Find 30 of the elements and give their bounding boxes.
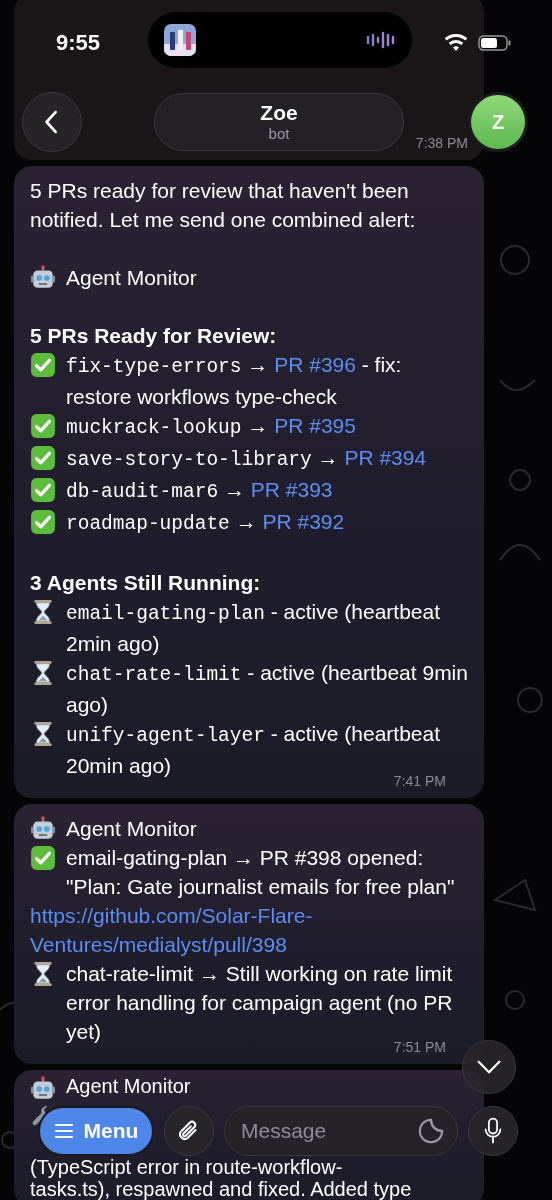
link[interactable]: PR #393 [250, 478, 333, 501]
message-text: Agent Monitor [66, 1074, 192, 1098]
status-time: 9:55 [56, 30, 102, 56]
message-time: 7:38 PM [415, 134, 468, 152]
message-text: (TypeScript error in route-workflow- [30, 1156, 343, 1178]
message-text: 5 PRs ready for review that haven't been notified. Let me send one combined alert: [30, 179, 416, 231]
chat-subtitle: bot [268, 125, 290, 143]
link[interactable]: https://github.com/Solar-Flare-Ventures/medialyst/pull/398 [30, 901, 468, 959]
message-text: Agent Monitor [66, 265, 198, 291]
message-field[interactable]: Message [224, 1106, 458, 1156]
message-text: save-story-to-library → PR #394 [66, 445, 428, 473]
message-text: db-audit-mar6 → PR #393 [66, 477, 334, 505]
chat-title-bar[interactable]: Zoe bot [154, 93, 404, 151]
link[interactable]: PR #394 [344, 446, 427, 469]
message-text: email-gating-plan → PR #398 opened: "Plan: Gate journalist emails for free plan" [66, 845, 456, 900]
message-heading: 5 PRs Ready for Review: [30, 324, 277, 347]
message-text: chat-rate-limit - active (heartbeat 9min ago) [66, 660, 468, 718]
message-heading: 3 Agents Still Running: [30, 571, 261, 594]
link[interactable]: PR #395 [274, 414, 356, 437]
menu-button[interactable]: Menu [38, 1106, 154, 1156]
message-text: email-gating-plan - active (heartbeat 2min ago) [66, 599, 442, 657]
message-text: roadmap-update → PR #392 [66, 509, 346, 537]
chat-title: Zoe [260, 101, 298, 125]
message-text: tasks.ts), respawned and fixed. Added type [30, 1178, 412, 1200]
message-text: muckrack-lookup → PR #395 [66, 413, 357, 441]
message-text: fix-type-errors → PR #396 - fix: restore workflows type-check [66, 352, 403, 410]
link[interactable]: PR #396 [274, 353, 356, 376]
link[interactable]: PR #392 [262, 510, 345, 533]
message-input[interactable]: Message [225, 1107, 417, 1155]
message-text: Agent Monitor [66, 816, 198, 842]
